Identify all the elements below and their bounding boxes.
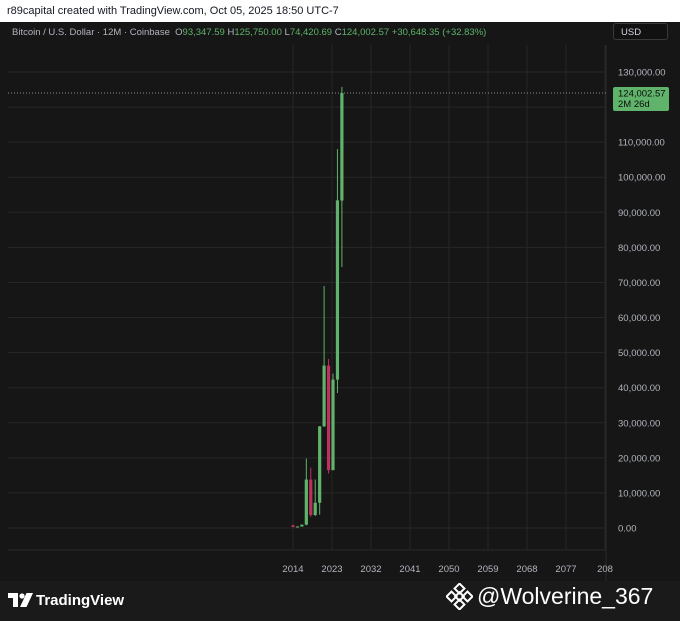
candle-body bbox=[340, 93, 344, 201]
high-value: 125,750.00 bbox=[234, 27, 282, 38]
y-tick-label: 0.00 bbox=[618, 524, 637, 535]
y-tick-label: 100,000.00 bbox=[618, 173, 666, 184]
candle-body bbox=[322, 365, 326, 427]
x-tick-label: 2041 bbox=[399, 564, 420, 575]
y-tick-label: 40,000.00 bbox=[618, 383, 660, 394]
candle-body bbox=[300, 524, 304, 527]
binance-diamond-icon bbox=[446, 582, 473, 610]
low-value: 74,420.69 bbox=[289, 27, 333, 38]
open-label: O bbox=[175, 27, 183, 38]
x-tick-label: 2023 bbox=[321, 564, 342, 575]
ohlc-legend: Bitcoin / U.S. Dollar · 12M · Coinbase O… bbox=[12, 27, 486, 38]
x-tick-label: 2014 bbox=[282, 564, 303, 575]
tradingview-logo-icon bbox=[8, 593, 33, 607]
candle-body bbox=[331, 379, 335, 471]
y-tick-label: 20,000.00 bbox=[618, 453, 660, 464]
y-tick-label: 90,000.00 bbox=[618, 208, 660, 219]
candle-body bbox=[295, 526, 300, 528]
watermark: @Wolverine_367 bbox=[446, 582, 653, 610]
tradingview-logo[interactable]: TradingView bbox=[8, 591, 124, 609]
candlestick-chart: 130,000.00 110,000.00 100,000.00 90,000.00 8… bbox=[8, 45, 669, 581]
candle-body bbox=[318, 426, 322, 503]
watermark-text: @Wolverine_367 bbox=[477, 582, 654, 609]
y-tick-label: 110,000.00 bbox=[618, 138, 665, 149]
y-tick-label: 70,000.00 bbox=[618, 278, 660, 289]
open-value: 93,347.59 bbox=[182, 27, 225, 38]
x-tick-label: 2032 bbox=[360, 564, 381, 575]
candle-body bbox=[291, 525, 295, 527]
candle-body bbox=[313, 502, 317, 516]
x-tick-label: 2068 bbox=[516, 564, 537, 575]
price-tag-countdown: 2M 26d bbox=[618, 99, 650, 110]
x-tick-label: 208 bbox=[597, 564, 613, 575]
x-tick-label: 2050 bbox=[438, 564, 459, 575]
y-tick-label: 80,000.00 bbox=[618, 243, 660, 254]
y-tick-label: 30,000.00 bbox=[618, 418, 660, 429]
price-tag-value: 124,002.57 bbox=[618, 89, 666, 100]
tradingview-brand-text: TradingView bbox=[36, 591, 125, 609]
close-value: 124,002.57 bbox=[341, 27, 390, 38]
y-tick-label: 60,000.00 bbox=[618, 313, 660, 324]
x-tick-label: 2059 bbox=[477, 564, 498, 575]
y-tick-label: 10,000.00 bbox=[618, 488, 660, 499]
close-label: C bbox=[334, 27, 342, 38]
symbol-label: Bitcoin / U.S. Dollar · 12M · Coinbase bbox=[12, 27, 170, 38]
change-value: +30,648.35 (+32.83%) bbox=[391, 27, 487, 38]
y-tick-label: 130,000.00 bbox=[618, 68, 666, 79]
x-tick-label: 2077 bbox=[555, 564, 576, 575]
candle-body bbox=[309, 479, 313, 516]
y-tick-label: 50,000.00 bbox=[618, 348, 660, 359]
candle-body bbox=[326, 365, 331, 471]
candle-body bbox=[304, 479, 308, 525]
currency-button[interactable]: USD bbox=[613, 23, 668, 40]
candle-body bbox=[335, 200, 340, 380]
